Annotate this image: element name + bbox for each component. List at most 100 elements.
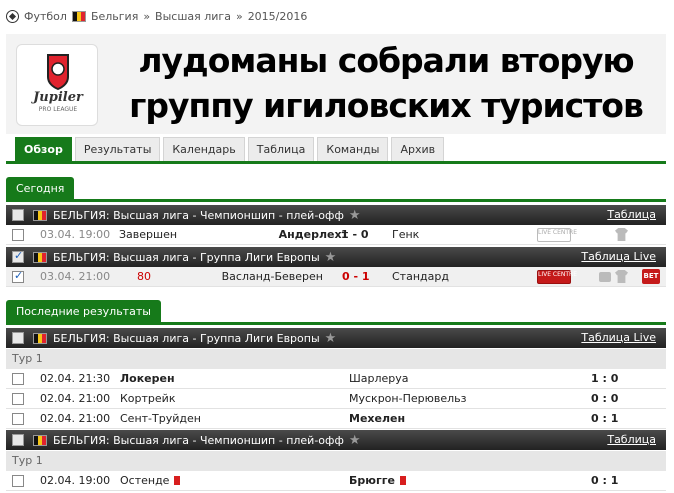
away-team: Шарлеруа [349, 372, 409, 385]
bet-icon[interactable]: BET [642, 269, 660, 284]
match-checkbox[interactable] [12, 393, 24, 405]
league-header-row: БЕЛЬГИЯ: Высшая лига - Чемпионшип - плей… [6, 430, 666, 450]
tv-icon[interactable] [599, 272, 611, 282]
away-team: Мускрон-Перювельз [349, 392, 467, 405]
match-score: 0 : 1 [591, 474, 619, 487]
result-row[interactable]: 02.04. 19:00 Остенде Брюгге 0 : 1 [6, 471, 666, 491]
match-time: 02.04. 21:00 [40, 412, 111, 425]
match-checkbox[interactable] [12, 373, 24, 385]
standings-link[interactable]: Таблица [607, 433, 656, 446]
tab-calendar[interactable]: Календарь [163, 137, 245, 161]
section-divider [6, 199, 666, 202]
league-header: Jupiler PRO LEAGUE лудоманы собрали втор… [6, 34, 666, 134]
league-name[interactable]: БЕЛЬГИЯ: Высшая лига - Чемпионшип - плей… [53, 434, 344, 447]
match-score: 0 - 1 [342, 270, 370, 283]
match-checkbox[interactable] [12, 229, 24, 241]
red-card-icon [399, 476, 406, 485]
standings-live-link[interactable]: Таблица Live [581, 331, 656, 344]
title-line-2: группу игиловских туристов [129, 86, 644, 125]
round-label: Тур 1 [6, 349, 666, 369]
away-team: Брюгге [349, 474, 395, 487]
svg-text:PRO LEAGUE: PRO LEAGUE [39, 106, 78, 113]
belgium-flag-icon [33, 434, 47, 446]
away-team-cell: Брюгге [349, 474, 406, 487]
red-card-icon [174, 476, 181, 485]
league-logo: Jupiler PRO LEAGUE [16, 44, 98, 126]
league-header-row: БЕЛЬГИЯ: Высшая лига - Чемпионшип - плей… [6, 205, 666, 225]
home-team: Васланд-Беверен [221, 270, 323, 283]
match-row[interactable]: 03.04. 19:00 Завершен Андерлехт 1 - 0 Ге… [6, 225, 666, 245]
league-header-row: БЕЛЬГИЯ: Высшая лига - Группа Лиги Европ… [6, 247, 666, 267]
league-checkbox[interactable] [12, 332, 24, 344]
match-minute: 80 [137, 270, 151, 283]
league-name[interactable]: БЕЛЬГИЯ: Высшая лига - Чемпионшип - плей… [53, 209, 344, 222]
results-section-label: Последние результаты [6, 300, 161, 322]
match-checkbox[interactable] [12, 413, 24, 425]
tab-divider [6, 161, 666, 164]
match-checkbox[interactable] [12, 269, 24, 283]
match-status: Завершен [119, 228, 178, 241]
match-row-live[interactable]: 03.04. 21:00 80 Васланд-Беверен 0 - 1 Ст… [6, 267, 666, 287]
result-row[interactable]: 02.04. 21:30 Локерен Шарлеруа 1 : 0 [6, 369, 666, 389]
result-row[interactable]: 02.04. 21:00 Сент-Труйден Мехелен 0 : 1 [6, 409, 666, 429]
star-icon[interactable]: ★ [325, 331, 337, 346]
home-team-cell: Остенде [120, 474, 181, 487]
today-section-label: Сегодня [6, 177, 75, 199]
result-row[interactable]: 02.04. 21:00 Кортрейк Мускрон-Перювельз … [6, 389, 666, 409]
league-checkbox[interactable] [12, 434, 24, 446]
belgium-flag-icon [33, 209, 47, 221]
live-centre-icon[interactable]: LIVE CENTRE [537, 228, 577, 242]
home-team: Андерлехт [278, 228, 348, 241]
breadcrumb-country[interactable]: Бельгия [91, 10, 138, 23]
match-time: 02.04. 19:00 [40, 474, 111, 487]
league-header-row: БЕЛЬГИЯ: Высшая лига - Группа Лиги Европ… [6, 328, 666, 348]
standings-live-link[interactable]: Таблица Live [581, 250, 656, 263]
home-team: Остенде [120, 474, 170, 487]
match-checkbox[interactable] [12, 475, 24, 487]
match-time: 03.04. 19:00 [40, 228, 111, 241]
match-time: 02.04. 21:30 [40, 372, 111, 385]
page-title: лудоманы собрали вторую группу игиловски… [106, 38, 666, 128]
breadcrumb: Футбол Бельгия » Высшая лига » 2015/2016 [6, 6, 307, 26]
away-team: Генк [392, 228, 420, 241]
belgium-flag-icon [33, 251, 47, 263]
match-time: 02.04. 21:00 [40, 392, 111, 405]
home-team: Сент-Труйден [120, 412, 201, 425]
match-score: 0 : 1 [591, 412, 619, 425]
match-score: 1 : 0 [591, 372, 619, 385]
belgium-flag-icon [71, 10, 86, 22]
tab-bar: Обзор Результаты Календарь Таблица Коман… [15, 137, 445, 161]
away-team: Мехелен [349, 412, 406, 425]
breadcrumb-season: 2015/2016 [247, 9, 308, 23]
star-icon[interactable]: ★ [349, 433, 361, 448]
breadcrumb-separator: » [235, 9, 243, 23]
star-icon[interactable]: ★ [349, 208, 361, 223]
football-icon [6, 9, 19, 23]
match-time: 03.04. 21:00 [40, 270, 111, 283]
standings-link[interactable]: Таблица [607, 208, 656, 221]
star-icon[interactable]: ★ [325, 250, 337, 265]
league-checkbox[interactable] [12, 249, 24, 263]
league-name[interactable]: БЕЛЬГИЯ: Высшая лига - Группа Лиги Европ… [53, 332, 320, 345]
away-team: Стандард [392, 270, 449, 283]
league-name[interactable]: БЕЛЬГИЯ: Высшая лига - Группа Лиги Европ… [53, 251, 320, 264]
match-score: 0 : 0 [591, 392, 619, 405]
svg-text:Jupiler: Jupiler [30, 90, 84, 105]
lineup-icon[interactable] [615, 228, 628, 241]
league-checkbox[interactable] [12, 209, 24, 221]
lineup-icon[interactable] [615, 270, 628, 283]
round-label: Тур 1 [6, 451, 666, 471]
breadcrumb-league[interactable]: Высшая лига [155, 10, 231, 23]
tab-overview[interactable]: Обзор [15, 137, 72, 161]
home-team: Кортрейк [120, 392, 176, 405]
breadcrumb-separator: » [143, 9, 151, 23]
title-line-1: лудоманы собрали вторую [138, 41, 634, 80]
tab-archive[interactable]: Архив [391, 137, 445, 161]
belgium-flag-icon [33, 332, 47, 344]
tab-table[interactable]: Таблица [247, 137, 315, 161]
home-team: Локерен [120, 372, 175, 385]
tab-teams[interactable]: Команды [317, 137, 389, 161]
breadcrumb-sport[interactable]: Футбол [24, 10, 67, 23]
live-centre-icon[interactable]: LIVE CENTRE [537, 270, 577, 284]
tab-results[interactable]: Результаты [74, 137, 161, 161]
